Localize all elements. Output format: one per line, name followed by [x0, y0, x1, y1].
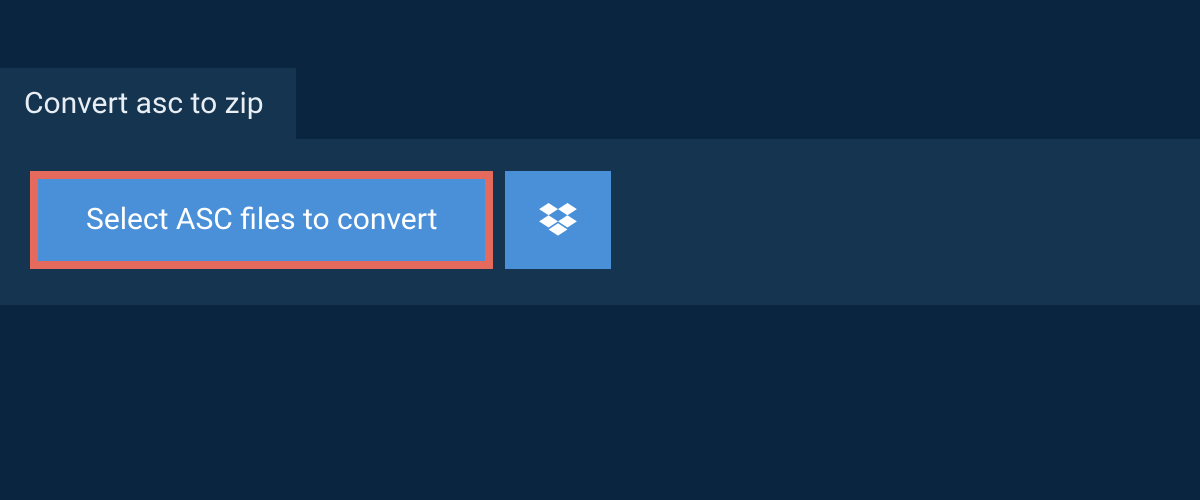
tab-convert-asc-to-zip[interactable]: Convert asc to zip [0, 68, 296, 139]
select-files-button[interactable]: Select ASC files to convert [30, 171, 493, 269]
conversion-panel: Select ASC files to convert [0, 139, 1200, 305]
dropbox-button[interactable] [505, 171, 611, 269]
button-row: Select ASC files to convert [30, 171, 1170, 269]
dropbox-icon [539, 203, 577, 237]
tab-bar: Convert asc to zip [0, 0, 1200, 139]
select-files-label: Select ASC files to convert [86, 205, 437, 235]
tab-label: Convert asc to zip [24, 86, 264, 121]
